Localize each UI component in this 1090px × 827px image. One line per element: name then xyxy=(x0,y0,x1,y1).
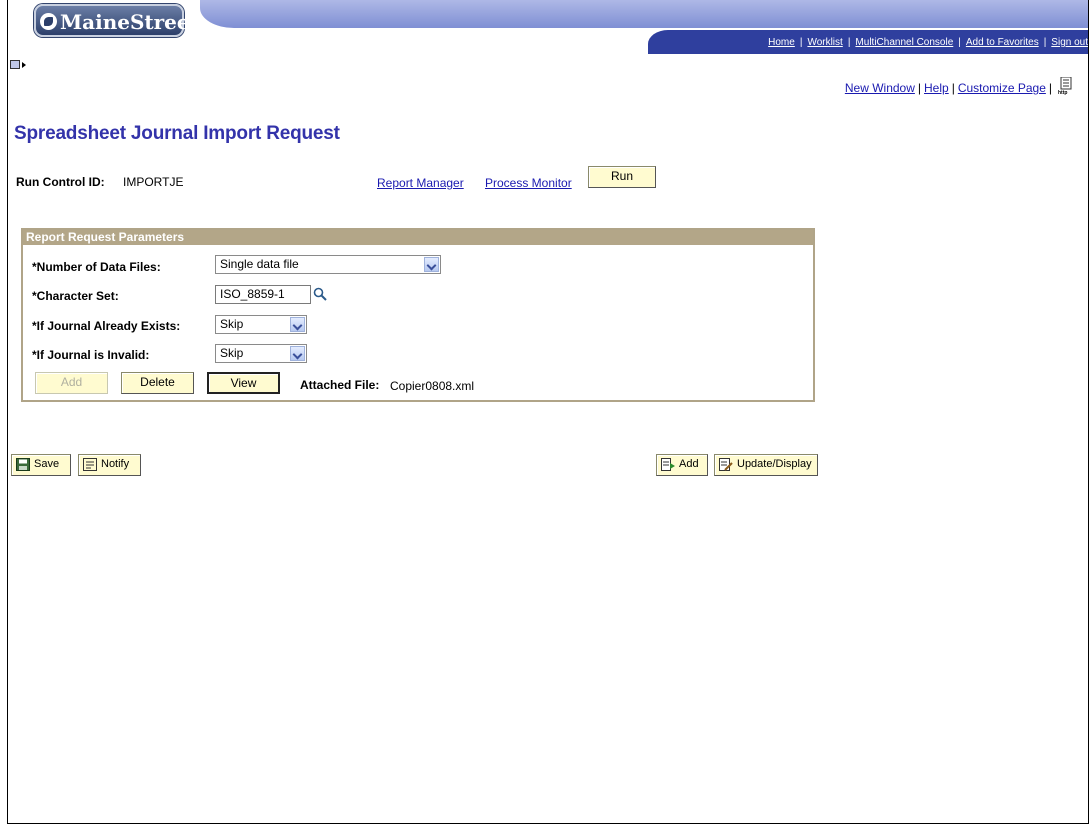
journal-invalid-label: *If Journal is Invalid: xyxy=(32,348,150,362)
attached-file-value: Copier0808.xml xyxy=(390,379,475,393)
num-data-files-select[interactable]: Single data file xyxy=(215,255,441,274)
journal-invalid-value: Skip xyxy=(220,346,244,360)
save-icon xyxy=(16,458,30,471)
notify-label: Notify xyxy=(101,458,130,470)
logo-text: MaineStreet xyxy=(60,10,199,34)
nav-multichannel-console-link[interactable]: MultiChannel Console xyxy=(855,37,953,48)
num-data-files-value: Single data file xyxy=(220,257,299,271)
nav-home-link[interactable]: Home xyxy=(768,37,795,48)
http-link-icon[interactable]: http xyxy=(1058,77,1074,95)
help-link[interactable]: Help xyxy=(924,81,949,95)
add-mode-label: Add xyxy=(679,458,699,470)
update-display-icon xyxy=(719,458,733,471)
process-monitor-link[interactable]: Process Monitor xyxy=(485,176,572,190)
attached-file-label: Attached File: xyxy=(300,378,380,392)
mainestreet-logo: MaineStreet xyxy=(34,4,199,37)
num-data-files-label: *Number of Data Files: xyxy=(32,260,161,274)
page-frame: Home | Worklist | MultiChannel Console | Add t… xyxy=(7,0,1089,824)
top-nav-links: Home | Worklist | MultiChannel Console | Add t… xyxy=(768,37,1088,48)
report-request-parameters-group: Report Request Parameters *Number of Dat… xyxy=(21,228,815,402)
delete-attachment-button[interactable]: Delete xyxy=(121,372,194,394)
page-utility-links: New Window | Help | Customize Page | xyxy=(844,81,1052,95)
add-document-icon xyxy=(661,458,675,471)
expand-arrow-icon[interactable] xyxy=(22,62,26,68)
run-control-label: Run Control ID: xyxy=(16,175,105,189)
logo-emblem-icon xyxy=(40,13,57,30)
update-display-button[interactable]: Update/Display xyxy=(714,454,818,476)
journal-exists-label: *If Journal Already Exists: xyxy=(32,319,181,333)
add-attachment-button[interactable]: Add xyxy=(35,372,108,394)
nav-sign-out-link[interactable]: Sign out xyxy=(1051,37,1088,48)
header-banner: Home | Worklist | MultiChannel Console | Add t… xyxy=(8,0,1088,56)
notify-button[interactable]: Notify xyxy=(78,454,141,476)
nav-worklist-link[interactable]: Worklist xyxy=(807,37,842,48)
banner-stripe xyxy=(200,0,1088,28)
chevron-down-icon[interactable] xyxy=(290,346,305,361)
view-attachment-button[interactable]: View xyxy=(207,372,280,394)
group-header: Report Request Parameters xyxy=(23,230,813,245)
page-menu-icon[interactable] xyxy=(10,60,20,69)
customize-page-link[interactable]: Customize Page xyxy=(958,81,1046,95)
svg-text:http: http xyxy=(1058,90,1067,95)
journal-invalid-select[interactable]: Skip xyxy=(215,344,307,363)
character-set-label: *Character Set: xyxy=(32,289,119,303)
notify-icon xyxy=(83,458,97,471)
run-control-value: IMPORTJE xyxy=(123,175,184,189)
lookup-search-icon[interactable] xyxy=(313,287,327,301)
chevron-down-icon[interactable] xyxy=(290,317,305,332)
report-manager-link[interactable]: Report Manager xyxy=(377,176,464,190)
run-button[interactable]: Run xyxy=(588,166,656,188)
add-mode-button[interactable]: Add xyxy=(656,454,708,476)
save-label: Save xyxy=(34,458,60,470)
top-nav-bar: Home | Worklist | MultiChannel Console | Add t… xyxy=(648,30,1088,54)
update-display-label: Update/Display xyxy=(737,458,812,470)
new-window-link[interactable]: New Window xyxy=(845,81,915,95)
character-set-input[interactable]: ISO_8859-1 xyxy=(215,285,311,304)
page-title: Spreadsheet Journal Import Request xyxy=(14,123,340,144)
journal-exists-select[interactable]: Skip xyxy=(215,315,307,334)
journal-exists-value: Skip xyxy=(220,317,244,331)
save-button[interactable]: Save xyxy=(11,454,71,476)
nav-add-to-favorites-link[interactable]: Add to Favorites xyxy=(966,37,1039,48)
chevron-down-icon[interactable] xyxy=(424,257,439,272)
